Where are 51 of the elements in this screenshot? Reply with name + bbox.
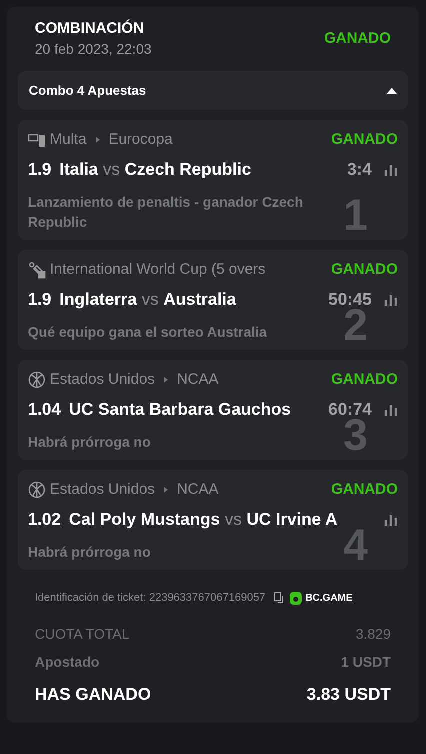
- total-value: 3.829: [356, 625, 391, 644]
- match-teams: Italia vs Czech Republic: [60, 159, 252, 182]
- market-description: Qué equipo gana el sorteo Australia: [28, 323, 268, 342]
- tournament-name: NCAA: [177, 480, 219, 500]
- combo-toggle[interactable]: Combo 4 Apuestas: [18, 71, 408, 110]
- total-label: Apostado: [35, 653, 100, 672]
- basketball-icon: [28, 481, 46, 499]
- total-label: CUOTA TOTAL: [35, 625, 130, 644]
- brand-name: BC.GAME: [306, 592, 353, 606]
- odds-value: 1.9: [28, 159, 52, 182]
- market-description: Lanzamiento de penaltis - ganador Czech Republic: [28, 193, 304, 232]
- stats-icon[interactable]: [384, 294, 398, 306]
- total-label: HAS GANADO: [35, 684, 152, 706]
- logo-icon: [290, 592, 302, 605]
- match-teams: Inglaterra vs Australia: [60, 289, 238, 312]
- stats-icon[interactable]: [384, 514, 398, 526]
- market-description: Habrá prórroga no: [28, 433, 152, 452]
- match-teams: UC Santa Barbara Gauchos: [69, 399, 292, 422]
- odds-value: 1.9: [28, 289, 52, 312]
- score: 3:4: [347, 159, 372, 182]
- total-value: 3.83 USDT: [306, 684, 391, 706]
- market-description: Habrá prórroga no: [28, 543, 152, 562]
- tournament-name: NCAA: [177, 370, 219, 390]
- match-teams: Cal Poly Mustangs vs UC Irvine A: [69, 509, 339, 532]
- copy-icon[interactable]: [274, 592, 286, 604]
- status-label: GANADO: [324, 28, 391, 49]
- league-name: International World Cup (5 overs: [50, 260, 266, 280]
- odds-value: 1.02: [28, 509, 62, 532]
- basketball-icon: [28, 371, 46, 389]
- cricket-bat-icon: [28, 261, 46, 279]
- bet-date: 20 feb 2023, 22:03: [35, 40, 152, 59]
- status-label: GANADO: [331, 370, 398, 390]
- chevron-icon: [94, 136, 101, 144]
- ticket-id: Identificación de ticket: 2239633767067169057: [35, 591, 266, 606]
- odds-value: 1.04: [28, 399, 62, 422]
- chevron-icon: [163, 376, 170, 384]
- score: 60:74: [328, 399, 372, 420]
- tournament-name: Eurocopa: [108, 130, 173, 150]
- status-label: GANADO: [331, 130, 398, 150]
- stats-icon[interactable]: [384, 164, 398, 176]
- league-name: Multa: [50, 130, 87, 150]
- status-label: GANADO: [331, 480, 398, 500]
- total-value: 1 USDT: [341, 653, 391, 672]
- bet-type-title: COMBINACIÓN: [35, 19, 146, 39]
- league-name: Estados Unidos: [50, 480, 156, 500]
- league-name: Estados Unidos: [50, 370, 156, 390]
- status-label: GANADO: [331, 260, 398, 280]
- stats-icon[interactable]: [384, 404, 398, 416]
- caret-icon: [387, 88, 397, 94]
- chevron-icon: [163, 486, 170, 494]
- score: 50:45: [328, 289, 372, 310]
